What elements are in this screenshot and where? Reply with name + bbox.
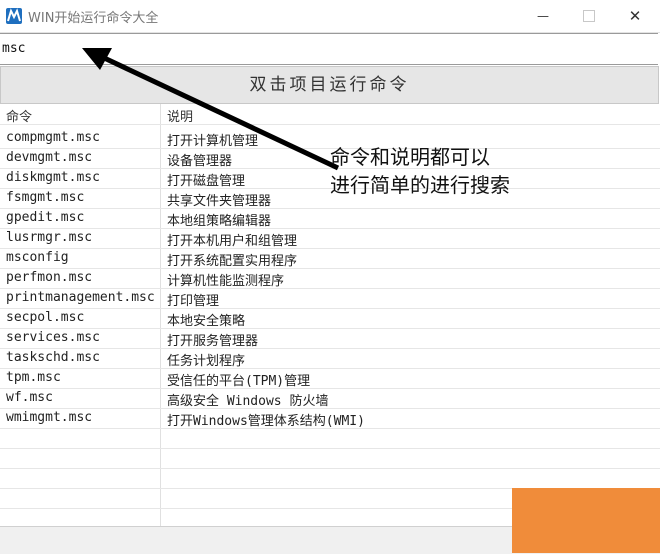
table-row[interactable]: wf.msc 高级安全 Windows 防火墙: [0, 388, 660, 409]
table-header: 命令 说明: [0, 104, 660, 125]
close-button[interactable]: ✕: [612, 0, 658, 32]
title-bar: WIN开始运行命令大全 — ✕: [0, 0, 660, 33]
annotation-caption: 命令和说明都可以 进行简单的进行搜索: [330, 143, 510, 199]
table-row[interactable]: secpol.msc 本地安全策略: [0, 308, 660, 329]
close-icon: ✕: [628, 7, 642, 25]
minimize-button[interactable]: —: [520, 0, 566, 32]
search-input[interactable]: [0, 34, 642, 62]
empty-row: [0, 448, 660, 469]
cell-command: wf.msc: [6, 390, 53, 405]
cell-command: fsmgmt.msc: [6, 190, 85, 205]
cell-command: secpol.msc: [6, 310, 85, 325]
header-description[interactable]: 说明: [167, 106, 193, 125]
search-box: [0, 33, 658, 65]
cell-command: printmanagement.msc: [6, 290, 155, 305]
table-row[interactable]: tpm.msc 受信任的平台(TPM)管理: [0, 368, 660, 389]
empty-row: [0, 468, 660, 489]
empty-row: [0, 428, 660, 449]
cell-description: 打印管理: [167, 294, 220, 309]
cell-description: 任务计划程序: [167, 354, 246, 369]
cell-command: compmgmt.msc: [6, 130, 100, 145]
cell-command: lusrmgr.msc: [6, 230, 93, 245]
table-row[interactable]: msconfig 打开系统配置实用程序: [0, 248, 660, 269]
cell-description: 本地安全策略: [167, 314, 246, 329]
table-row[interactable]: taskschd.msc 任务计划程序: [0, 348, 660, 369]
table-row[interactable]: perfmon.msc 计算机性能监测程序: [0, 268, 660, 289]
cell-command: taskschd.msc: [6, 350, 100, 365]
orange-overlay-block: [512, 488, 660, 553]
table-row[interactable]: printmanagement.msc 打印管理: [0, 288, 660, 309]
cell-command: devmgmt.msc: [6, 150, 93, 165]
cell-command: perfmon.msc: [6, 270, 93, 285]
cell-description: 高级安全 Windows 防火墙: [167, 394, 329, 409]
cell-description: 打开磁盘管理: [167, 174, 246, 189]
cell-command: gpedit.msc: [6, 210, 85, 225]
cell-description: 打开计算机管理: [167, 134, 259, 149]
cell-description: 打开本机用户和组管理: [167, 234, 298, 249]
cell-description: 打开系统配置实用程序: [167, 254, 298, 269]
table-row[interactable]: gpedit.msc 本地组策略编辑器: [0, 208, 660, 229]
table-row[interactable]: services.msc 打开服务管理器: [0, 328, 660, 349]
cell-description: 本地组策略编辑器: [167, 214, 272, 229]
run-command-button[interactable]: 双击项目运行命令: [0, 66, 659, 104]
cell-command: tpm.msc: [6, 370, 61, 385]
header-command[interactable]: 命令: [6, 106, 32, 125]
minimize-icon: —: [537, 9, 549, 23]
cell-description: 打开服务管理器: [167, 334, 259, 349]
cell-description: 设备管理器: [167, 154, 233, 169]
cell-description: 计算机性能监测程序: [167, 274, 285, 289]
maximize-icon: [583, 10, 595, 22]
cell-command: services.msc: [6, 330, 100, 345]
table-row[interactable]: lusrmgr.msc 打开本机用户和组管理: [0, 228, 660, 249]
cell-command: wmimgmt.msc: [6, 410, 93, 425]
cell-description: 打开Windows管理体系结构(WMI): [167, 414, 365, 429]
annotation-line-1: 命令和说明都可以: [330, 145, 490, 169]
annotation-line-2: 进行简单的进行搜索: [330, 173, 510, 197]
table-row[interactable]: wmimgmt.msc 打开Windows管理体系结构(WMI): [0, 408, 660, 429]
maximize-button[interactable]: [566, 0, 612, 32]
cell-description: 共享文件夹管理器: [167, 194, 272, 209]
cell-command: diskmgmt.msc: [6, 170, 100, 185]
cell-description: 受信任的平台(TPM)管理: [167, 374, 311, 389]
app-logo-icon: [6, 8, 22, 24]
cell-command: msconfig: [6, 250, 69, 265]
window-title: WIN开始运行命令大全: [28, 11, 159, 26]
